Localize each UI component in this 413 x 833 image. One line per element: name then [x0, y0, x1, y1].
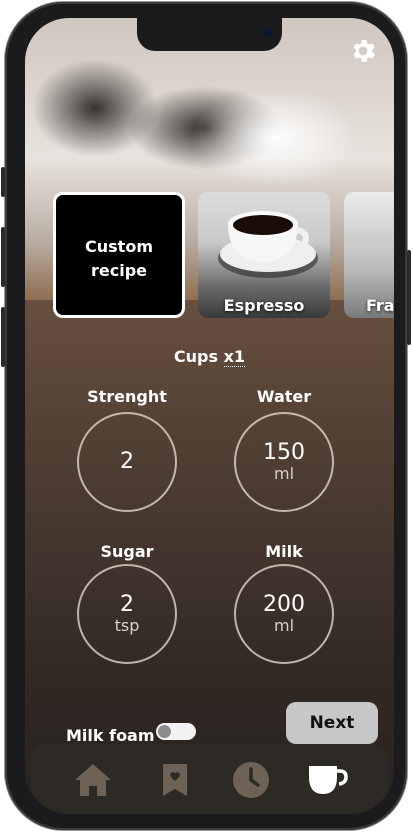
strength-value: 2: [120, 449, 134, 474]
nav-coffee[interactable]: [305, 758, 349, 802]
recipe-card-custom[interactable]: Custom recipe: [53, 192, 185, 318]
sugar-unit: tsp: [114, 616, 140, 635]
cups-label: Cups: [173, 347, 219, 366]
toggle-knob: [158, 725, 171, 738]
next-button[interactable]: Next: [286, 702, 378, 744]
nav-home[interactable]: [71, 758, 115, 802]
mute-switch: [1, 167, 5, 197]
milk-label: Milk: [265, 542, 303, 561]
strength-label: Strenght: [87, 387, 167, 406]
sugar-dial[interactable]: 2 tsp: [77, 564, 177, 664]
volume-up-button: [1, 227, 5, 287]
milk-dial[interactable]: 200 ml: [234, 564, 334, 664]
recipe-card-label: Custom recipe: [85, 237, 153, 280]
notch: [137, 18, 282, 51]
camera: [262, 28, 272, 38]
recipe-card-label: Espresso: [223, 296, 305, 315]
water-unit: ml: [273, 464, 295, 483]
recipe-card-label: Frappe: [366, 296, 394, 315]
power-button: [407, 250, 411, 345]
cups-selector: Cups x1: [25, 347, 394, 367]
sugar-value: 2: [120, 592, 134, 617]
milk-foam-label: Milk foam: [66, 726, 155, 745]
home-icon: [75, 764, 111, 796]
nav-history[interactable]: [229, 758, 273, 802]
phone-frame: Customrecipe Espresso Frappe Cups: [1, 2, 411, 830]
nav-saved[interactable]: [153, 758, 197, 802]
strength-dial[interactable]: 2: [77, 412, 177, 512]
sugar-label: Sugar: [100, 542, 154, 561]
recipe-carousel[interactable]: Customrecipe Espresso Frappe: [53, 192, 394, 320]
recipe-card-frappe[interactable]: Frappe: [344, 192, 394, 318]
milk-foam-toggle[interactable]: [156, 723, 196, 740]
water-label: Water: [256, 387, 312, 406]
app-screen: Customrecipe Espresso Frappe Cups: [25, 18, 394, 814]
cups-count[interactable]: x1: [223, 347, 246, 367]
milk-value: 200: [263, 592, 305, 617]
water-value: 150: [263, 440, 305, 465]
volume-down-button: [1, 307, 5, 367]
recipe-card-espresso[interactable]: Espresso: [198, 192, 330, 318]
milk-unit: ml: [273, 616, 295, 635]
bottom-nav: [31, 744, 388, 814]
bookmark-heart-icon: [163, 764, 187, 796]
clock-icon: [233, 762, 269, 798]
water-dial[interactable]: 150 ml: [234, 412, 334, 512]
coffee-cup-icon: [309, 766, 348, 794]
gear-icon[interactable]: [348, 36, 378, 66]
